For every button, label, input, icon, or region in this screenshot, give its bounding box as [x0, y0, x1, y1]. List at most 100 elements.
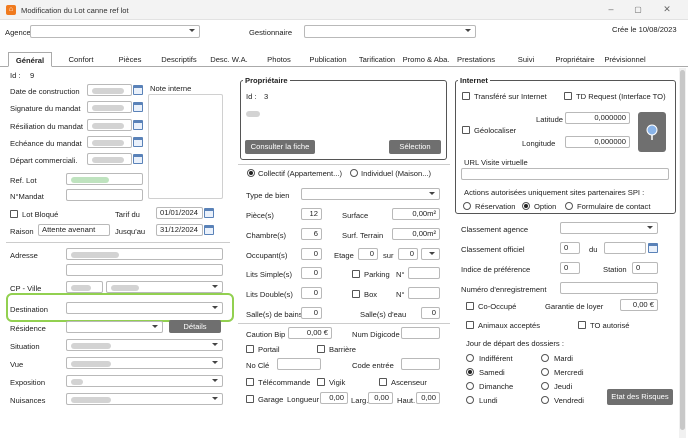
ville-select[interactable] — [106, 281, 223, 293]
portail-checkbox[interactable] — [246, 345, 254, 353]
garage-checkbox[interactable] — [246, 395, 254, 403]
longueur-field[interactable]: 0,00 — [320, 392, 348, 404]
to-autorise-checkbox[interactable] — [578, 321, 586, 329]
minimize-button[interactable]: – — [600, 2, 622, 17]
parking-checkbox[interactable] — [352, 270, 360, 278]
residence-select[interactable] — [66, 321, 163, 333]
calendar-icon[interactable] — [133, 102, 143, 112]
calendar-icon[interactable] — [133, 85, 143, 95]
garantie-field[interactable]: 0,00 € — [620, 299, 658, 311]
situation-select[interactable] — [66, 339, 223, 351]
day-samedi-radio[interactable] — [466, 368, 474, 376]
consult-owner-button[interactable]: Consulter la fiche — [245, 140, 315, 154]
num-mandat-field[interactable] — [66, 189, 143, 201]
classement-agence-select[interactable] — [560, 222, 658, 234]
note-interne-textarea[interactable] — [148, 94, 223, 199]
calendar-icon[interactable] — [648, 243, 658, 253]
cp-field[interactable] — [66, 281, 103, 293]
code-entree-field[interactable] — [401, 358, 440, 370]
details-button[interactable]: Détails — [169, 320, 221, 333]
type-bien-select[interactable] — [301, 188, 440, 200]
tab-prestations[interactable]: Prestations — [452, 52, 500, 67]
scrollbar-thumb[interactable] — [680, 70, 685, 430]
adresse-line1[interactable] — [66, 248, 223, 260]
ref-lot-field[interactable] — [66, 173, 143, 185]
close-button[interactable]: ✕ — [656, 2, 678, 17]
exposition-select[interactable] — [66, 375, 223, 387]
tarif-du-field[interactable]: 01/01/2024 — [156, 207, 203, 219]
classement-date-field[interactable] — [604, 242, 646, 254]
tab-tarification[interactable]: Tarification — [354, 52, 400, 67]
vigik-checkbox[interactable] — [317, 378, 325, 386]
signature-mandat-field[interactable] — [87, 101, 132, 113]
classement-officiel-select[interactable]: 0 — [560, 242, 580, 254]
tab-photos[interactable]: Photos — [257, 52, 301, 67]
resiliation-mandat-field[interactable] — [87, 119, 132, 131]
destination-select[interactable] — [66, 302, 223, 314]
parking-num-field[interactable] — [408, 267, 440, 279]
maximize-button[interactable]: ▢ — [627, 2, 649, 17]
echeance-mandat-field[interactable] — [87, 136, 132, 148]
sur-field[interactable]: 0 — [398, 248, 418, 260]
select-owner-button[interactable]: Sélection — [389, 140, 441, 154]
latitude-field[interactable]: 0,000000 — [565, 112, 630, 124]
individuel-radio[interactable] — [350, 169, 358, 177]
tab-descriptifs[interactable]: Descriptifs — [156, 52, 202, 67]
ascenseur-checkbox[interactable] — [379, 378, 387, 386]
jusquau-field[interactable]: 31/12/2024 — [156, 224, 203, 236]
collectif-radio[interactable] — [247, 169, 255, 177]
date-construction-field[interactable] — [87, 84, 132, 96]
num-digicode-field[interactable] — [401, 327, 440, 339]
tab-proprietaire[interactable]: Propriétaire — [551, 52, 599, 67]
salles-eau-field[interactable]: 0 — [421, 307, 440, 319]
longitude-field[interactable]: 0,000000 — [565, 136, 630, 148]
day-indifferent-radio[interactable] — [466, 354, 474, 362]
etage-unit-select[interactable] — [421, 248, 440, 260]
tab-publication[interactable]: Publication — [304, 52, 352, 67]
animaux-checkbox[interactable] — [466, 321, 474, 329]
tab-promo[interactable]: Promo & Aba. — [402, 52, 450, 67]
day-dimanche-radio[interactable] — [466, 382, 474, 390]
day-jeudi-radio[interactable] — [541, 382, 549, 390]
haut-field[interactable]: 0,00 — [416, 392, 440, 404]
indice-select[interactable]: 0 — [560, 262, 580, 274]
day-lundi-radio[interactable] — [466, 396, 474, 404]
tab-confort[interactable]: Confort — [58, 52, 104, 67]
url-visite-field[interactable] — [461, 168, 669, 180]
map-pin-button[interactable] — [638, 112, 666, 152]
num-enregistrement-field[interactable] — [560, 282, 658, 294]
tab-general[interactable]: Général — [8, 52, 52, 67]
caution-bip-field[interactable]: 0,00 € — [288, 327, 332, 339]
co-occupe-checkbox[interactable] — [466, 302, 474, 310]
day-vendredi-radio[interactable] — [541, 396, 549, 404]
box-checkbox[interactable] — [352, 290, 360, 298]
agency-select[interactable] — [30, 25, 200, 38]
etat-risques-button[interactable]: Etat des Risques — [607, 389, 673, 405]
tab-desc-wa[interactable]: Desc. W.A. — [205, 52, 253, 67]
salles-bains-field[interactable]: 0 — [301, 307, 322, 319]
nuisances-select[interactable] — [66, 393, 223, 405]
calendar-icon[interactable] — [133, 137, 143, 147]
calendar-icon[interactable] — [133, 154, 143, 164]
lits-doubles-field[interactable]: 0 — [301, 287, 322, 299]
surf-terrain-field[interactable]: 0,00m² — [392, 228, 440, 240]
surface-field[interactable]: 0,00m² — [392, 208, 440, 220]
tab-suivi[interactable]: Suivi — [504, 52, 548, 67]
station-select[interactable]: 0 — [632, 262, 658, 274]
box-num-field[interactable] — [408, 287, 440, 299]
occupants-field[interactable]: 0 — [301, 248, 322, 260]
calendar-icon[interactable] — [133, 120, 143, 130]
adresse-line2[interactable] — [66, 264, 223, 276]
geolocaliser-checkbox[interactable] — [462, 126, 470, 134]
formulaire-radio[interactable] — [565, 202, 573, 210]
etage-field[interactable]: 0 — [358, 248, 378, 260]
lits-simples-field[interactable]: 0 — [301, 267, 322, 279]
manager-select[interactable] — [304, 25, 476, 38]
option-radio[interactable] — [522, 202, 530, 210]
chambres-field[interactable]: 6 — [301, 228, 322, 240]
pieces-field[interactable]: 12 — [301, 208, 322, 220]
reservation-radio[interactable] — [463, 202, 471, 210]
tab-pieces[interactable]: Pièces — [108, 52, 152, 67]
calendar-icon[interactable] — [204, 208, 214, 218]
tab-previsionnel[interactable]: Prévisionnel — [602, 52, 648, 67]
